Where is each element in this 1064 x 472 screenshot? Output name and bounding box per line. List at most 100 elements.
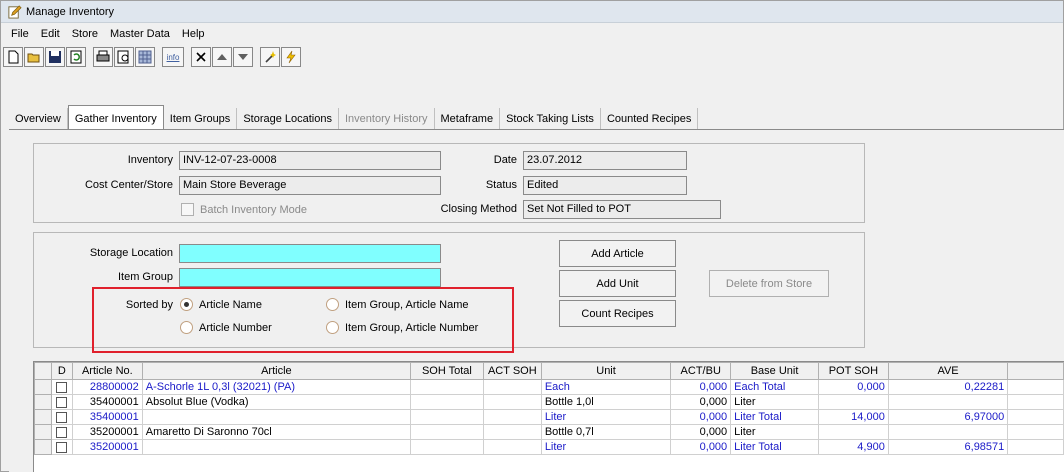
cell-act-soh[interactable]: [482, 379, 542, 395]
table-row[interactable]: 35400001 Liter 0,000 Liter Total 14,000 6,970…: [34, 409, 1064, 425]
menu-edit[interactable]: Edit: [35, 28, 66, 40]
delete-checkbox-cell[interactable]: [50, 394, 73, 410]
batch-inventory-checkbox[interactable]: [181, 203, 194, 216]
delete-checkbox-cell[interactable]: [50, 379, 73, 395]
row-selector[interactable]: [34, 424, 52, 440]
delete-checkbox-cell[interactable]: [50, 409, 73, 425]
row-selector[interactable]: [34, 439, 52, 455]
cell-soh-total[interactable]: [409, 424, 484, 440]
move-down-button[interactable]: [233, 47, 253, 67]
save-button[interactable]: [45, 47, 65, 67]
cell-ave[interactable]: 6,98571: [887, 439, 1009, 455]
delete-checkbox-cell[interactable]: [50, 424, 73, 440]
count-recipes-button[interactable]: Count Recipes: [559, 300, 676, 327]
refresh-button[interactable]: [66, 47, 86, 67]
cell-pot-soh[interactable]: 0,000: [817, 379, 889, 395]
add-unit-button[interactable]: Add Unit: [559, 270, 676, 297]
menu-store[interactable]: Store: [66, 28, 104, 40]
cell-act-bu[interactable]: 0,000: [670, 379, 732, 395]
delete-button[interactable]: [191, 47, 211, 67]
cell-act-bu[interactable]: 0,000: [670, 439, 732, 455]
tab-stock-taking-lists[interactable]: Stock Taking Lists: [500, 108, 601, 130]
cell-article[interactable]: [141, 409, 411, 425]
info-button[interactable]: info: [162, 47, 184, 67]
cell-unit[interactable]: Bottle 1,0l: [540, 394, 672, 410]
cell-pot-soh[interactable]: [817, 394, 889, 410]
add-article-button[interactable]: Add Article: [559, 240, 676, 267]
cell-extra[interactable]: [1007, 409, 1064, 425]
wand-button[interactable]: [260, 47, 280, 67]
tab-inventory-history[interactable]: Inventory History: [338, 108, 435, 130]
cell-ave[interactable]: 0,22281: [887, 379, 1009, 395]
delete-checkbox[interactable]: [56, 396, 68, 408]
grid-button[interactable]: [135, 47, 155, 67]
cell-unit[interactable]: Liter: [540, 439, 672, 455]
print-preview-button[interactable]: [114, 47, 134, 67]
new-button[interactable]: [3, 47, 23, 67]
col-header-base-unit[interactable]: Base Unit: [730, 362, 819, 380]
cell-soh-total[interactable]: [409, 409, 484, 425]
table-row[interactable]: 28800002 A-Schorle 1L 0,3l (32021) (PA) Ea…: [34, 379, 1064, 395]
cell-article-no[interactable]: 35400001: [71, 409, 143, 425]
cell-article[interactable]: [141, 439, 411, 455]
cell-extra[interactable]: [1007, 439, 1064, 455]
cell-pot-soh[interactable]: [817, 424, 889, 440]
cell-base-unit[interactable]: Liter Total: [730, 409, 819, 425]
cell-article[interactable]: A-Schorle 1L 0,3l (32021) (PA): [141, 379, 411, 395]
tab-overview[interactable]: Overview: [9, 108, 68, 130]
row-selector[interactable]: [34, 409, 52, 425]
col-header-act-soh[interactable]: ACT SOH: [482, 362, 542, 380]
cell-article[interactable]: Absolut Blue (Vodka): [141, 394, 411, 410]
cell-extra[interactable]: [1007, 424, 1064, 440]
cell-unit[interactable]: Each: [540, 379, 672, 395]
col-header-unit[interactable]: Unit: [540, 362, 672, 380]
cell-act-bu[interactable]: 0,000: [670, 409, 732, 425]
cell-pot-soh[interactable]: 4,900: [817, 439, 889, 455]
col-header-article-no[interactable]: Article No.: [71, 362, 143, 380]
cell-base-unit[interactable]: Liter Total: [730, 439, 819, 455]
menu-file[interactable]: File: [5, 28, 35, 40]
table-row[interactable]: 35200001 Amaretto Di Saronno 70cl Bottle 0…: [34, 424, 1064, 440]
cell-soh-total[interactable]: [409, 394, 484, 410]
delete-checkbox-cell[interactable]: [50, 439, 73, 455]
cell-article-no[interactable]: 35200001: [71, 439, 143, 455]
cell-act-soh[interactable]: [482, 424, 542, 440]
col-header-d[interactable]: D: [50, 362, 73, 380]
delete-checkbox[interactable]: [56, 441, 68, 453]
delete-checkbox[interactable]: [56, 411, 68, 423]
cell-base-unit[interactable]: Liter: [730, 424, 819, 440]
cell-unit[interactable]: Bottle 0,7l: [540, 424, 672, 440]
cell-act-soh[interactable]: [482, 394, 542, 410]
row-selector[interactable]: [34, 379, 52, 395]
cell-article-no[interactable]: 28800002: [71, 379, 143, 395]
cell-extra[interactable]: [1007, 379, 1064, 395]
cell-ave[interactable]: [887, 394, 1009, 410]
table-row[interactable]: 35200001 Liter 0,000 Liter Total 4,900 6,9857…: [34, 439, 1064, 455]
row-selector[interactable]: [34, 394, 52, 410]
open-button[interactable]: [24, 47, 44, 67]
cell-act-bu[interactable]: 0,000: [670, 424, 732, 440]
delete-checkbox[interactable]: [56, 381, 68, 393]
delete-checkbox[interactable]: [56, 426, 68, 438]
lightning-button[interactable]: [281, 47, 301, 67]
col-header-ave[interactable]: AVE: [887, 362, 1009, 380]
cell-pot-soh[interactable]: 14,000: [817, 409, 889, 425]
table-row[interactable]: 35400001 Absolut Blue (Vodka) Bottle 1,0l 0…: [34, 394, 1064, 410]
cell-article-no[interactable]: 35400001: [71, 394, 143, 410]
col-header-article[interactable]: Article: [141, 362, 411, 380]
move-up-button[interactable]: [212, 47, 232, 67]
col-header-soh-total[interactable]: SOH Total: [409, 362, 484, 380]
cell-unit[interactable]: Liter: [540, 409, 672, 425]
cell-extra[interactable]: [1007, 394, 1064, 410]
menu-help[interactable]: Help: [176, 28, 211, 40]
cell-ave[interactable]: [887, 424, 1009, 440]
tab-item-groups[interactable]: Item Groups: [163, 108, 238, 130]
col-header-pot-soh[interactable]: POT SOH: [817, 362, 889, 380]
item-group-input[interactable]: [179, 268, 441, 287]
cell-act-bu[interactable]: 0,000: [670, 394, 732, 410]
cell-act-soh[interactable]: [482, 409, 542, 425]
print-button[interactable]: [93, 47, 113, 67]
storage-location-input[interactable]: [179, 244, 441, 263]
menu-master-data[interactable]: Master Data: [104, 28, 176, 40]
cell-ave[interactable]: 6,97000: [887, 409, 1009, 425]
